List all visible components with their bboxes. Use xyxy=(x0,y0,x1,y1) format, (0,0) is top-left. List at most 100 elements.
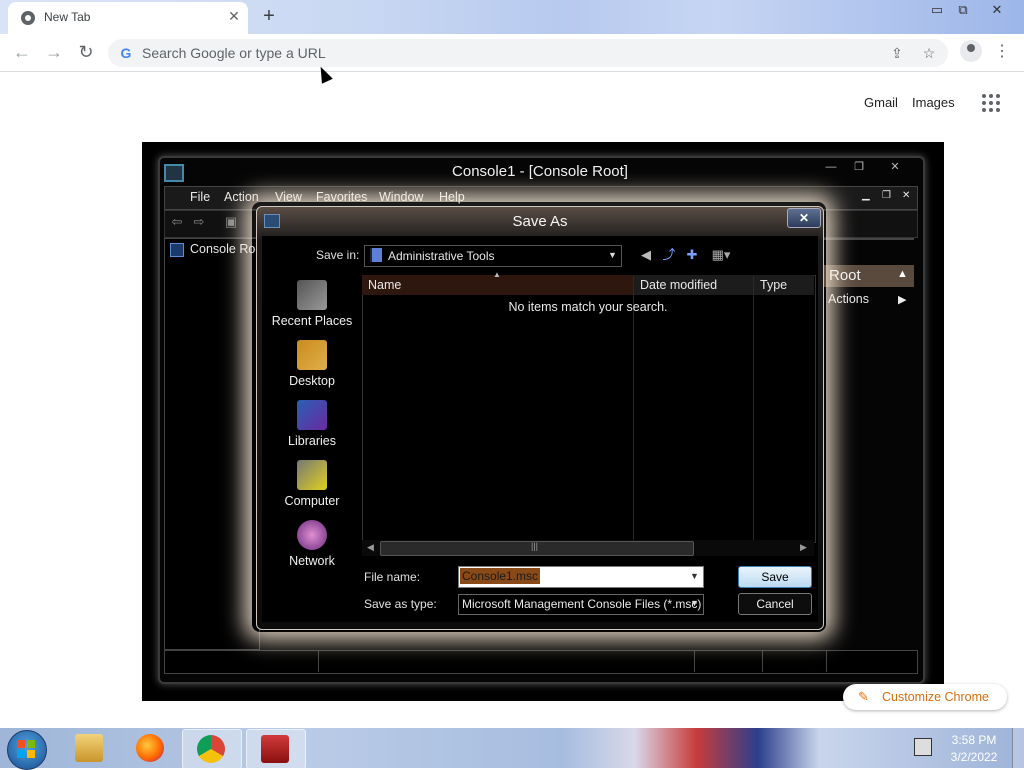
omnibox[interactable]: G Search Google or type a URL ⇪ ☆ xyxy=(108,39,948,67)
console-tree-pane xyxy=(164,238,260,650)
tree-item-console-root[interactable]: Console Root xyxy=(190,242,256,256)
back-arrow-icon[interactable]: ⇦ xyxy=(168,214,186,230)
child-close-button[interactable]: ✕ xyxy=(902,190,910,201)
menu-file[interactable]: File xyxy=(190,190,210,204)
clock-time[interactable]: 3:58 PM xyxy=(944,733,1004,747)
scroll-left-icon[interactable]: ◀ xyxy=(367,542,374,553)
save-in-value: Administrative Tools xyxy=(388,249,495,263)
dialog-close-button[interactable]: ✕ xyxy=(787,208,821,228)
column-name[interactable]: Name xyxy=(368,278,401,292)
submenu-arrow-icon: ▶ xyxy=(898,294,907,306)
taskbar-mmc[interactable] xyxy=(246,729,306,769)
network-tray-icon[interactable] xyxy=(914,738,932,756)
actions-divider xyxy=(824,238,914,246)
place-label: Network xyxy=(289,554,335,568)
dialog-icon xyxy=(264,214,280,228)
menu-action[interactable]: Action xyxy=(224,190,259,204)
file-list[interactable] xyxy=(362,275,816,543)
bookmark-star-icon[interactable]: ☆ xyxy=(920,44,938,62)
place-label: Desktop xyxy=(289,374,335,388)
tab-new-tab[interactable]: New Tab ✕ xyxy=(8,2,248,34)
save-type-value: Microsoft Management Console Files (*.ms… xyxy=(462,597,702,611)
column-divider xyxy=(633,276,634,540)
mmc-restore-button[interactable]: ❐ xyxy=(848,158,870,176)
folder-icon xyxy=(370,248,382,262)
views-menu-icon[interactable]: ▦▾ xyxy=(708,247,734,263)
taskbar-explorer[interactable] xyxy=(62,729,120,767)
restore-button[interactable]: ⧉ xyxy=(946,0,980,22)
new-tab-button[interactable]: + xyxy=(258,6,280,28)
taskbar-chrome[interactable] xyxy=(182,729,242,769)
status-separator xyxy=(318,650,319,672)
mmc-status-bar xyxy=(164,650,918,674)
column-divider xyxy=(753,276,754,540)
clock-date[interactable]: 3/2/2022 xyxy=(944,750,1004,764)
save-button[interactable]: Save xyxy=(738,566,812,588)
scroll-grip-icon: ||| xyxy=(531,541,539,551)
folder-icon xyxy=(75,734,103,762)
desktop-icon xyxy=(297,340,327,370)
taskbar-firefox[interactable] xyxy=(122,729,180,767)
apps-grid-icon[interactable] xyxy=(982,94,1000,112)
chrome-icon xyxy=(197,735,225,763)
profile-avatar[interactable] xyxy=(960,40,982,62)
forward-arrow-icon[interactable]: ⇨ xyxy=(190,214,208,230)
chevron-down-icon[interactable]: ▼ xyxy=(608,250,617,260)
omnibox-placeholder: Search Google or type a URL xyxy=(142,45,326,61)
cancel-button[interactable]: Cancel xyxy=(738,593,812,615)
new-folder-icon[interactable]: ✚ xyxy=(683,247,701,263)
actions-more-item[interactable]: Actions xyxy=(828,292,869,306)
back-icon[interactable]: ← xyxy=(10,40,34,64)
place-recent-places[interactable]: Recent Places xyxy=(270,280,354,328)
share-icon[interactable]: ⇪ xyxy=(888,44,906,62)
forward-icon[interactable]: → xyxy=(42,40,66,64)
console-root-icon xyxy=(170,243,184,257)
toolbox-icon xyxy=(261,735,289,763)
place-label: Libraries xyxy=(288,434,336,448)
recent-places-icon xyxy=(297,280,327,310)
firefox-icon xyxy=(136,734,164,762)
file-name-value: Console1.msc xyxy=(460,568,541,584)
mmc-icon xyxy=(164,164,184,182)
network-icon xyxy=(297,520,327,550)
child-restore-button[interactable]: ❐ xyxy=(882,190,891,201)
customize-chrome-label: Customize Chrome xyxy=(882,690,989,704)
show-desktop-button[interactable] xyxy=(1012,728,1024,768)
place-libraries[interactable]: Libraries xyxy=(270,400,354,448)
place-label: Recent Places xyxy=(271,314,353,328)
reload-icon[interactable]: ↻ xyxy=(74,40,98,64)
sort-caret-icon: ▲ xyxy=(493,270,501,279)
gmail-link[interactable]: Gmail xyxy=(864,95,898,110)
save-type-label: Save as type: xyxy=(364,597,437,611)
back-icon[interactable]: ◀ xyxy=(637,247,655,263)
mmc-title: Console1 - [Console Root] xyxy=(452,163,628,180)
chrome-icon xyxy=(21,11,35,25)
chevron-down-icon[interactable]: ▼ xyxy=(690,598,699,608)
status-separator xyxy=(762,650,763,672)
chevron-down-icon[interactable]: ▼ xyxy=(690,571,699,581)
scroll-right-icon[interactable]: ▶ xyxy=(800,542,807,553)
tab-title: New Tab xyxy=(44,10,91,24)
place-network[interactable]: Network xyxy=(270,520,354,568)
up-folder-icon[interactable]: ⤴ xyxy=(660,247,678,263)
close-icon[interactable]: ✕ xyxy=(226,8,242,24)
pencil-icon: ✎ xyxy=(858,689,869,704)
save-in-label: Save in: xyxy=(316,248,360,262)
collapse-icon[interactable]: ▲ xyxy=(897,268,908,280)
chrome-menu-icon[interactable]: ⋮ xyxy=(994,41,1010,63)
place-desktop[interactable]: Desktop xyxy=(270,340,354,388)
empty-message: No items match your search. xyxy=(508,300,668,314)
browser-toolbar: ← → ↻ G Search Google or type a URL ⇪ ☆ xyxy=(0,34,1024,72)
mmc-close-button[interactable]: ✕ xyxy=(884,158,906,176)
close-window-button[interactable]: ✕ xyxy=(980,0,1014,22)
column-type[interactable]: Type xyxy=(760,278,787,292)
place-computer[interactable]: Computer xyxy=(270,460,354,508)
images-link[interactable]: Images xyxy=(912,95,955,110)
place-label: Computer xyxy=(284,494,340,508)
mmc-minimize-button[interactable]: — xyxy=(820,158,842,176)
computer-icon xyxy=(297,460,327,490)
libraries-icon xyxy=(297,400,327,430)
column-date-modified[interactable]: Date modified xyxy=(640,278,717,292)
show-tree-icon[interactable]: ▣ xyxy=(222,214,240,230)
child-minimize-button[interactable]: ▁ xyxy=(862,190,870,201)
